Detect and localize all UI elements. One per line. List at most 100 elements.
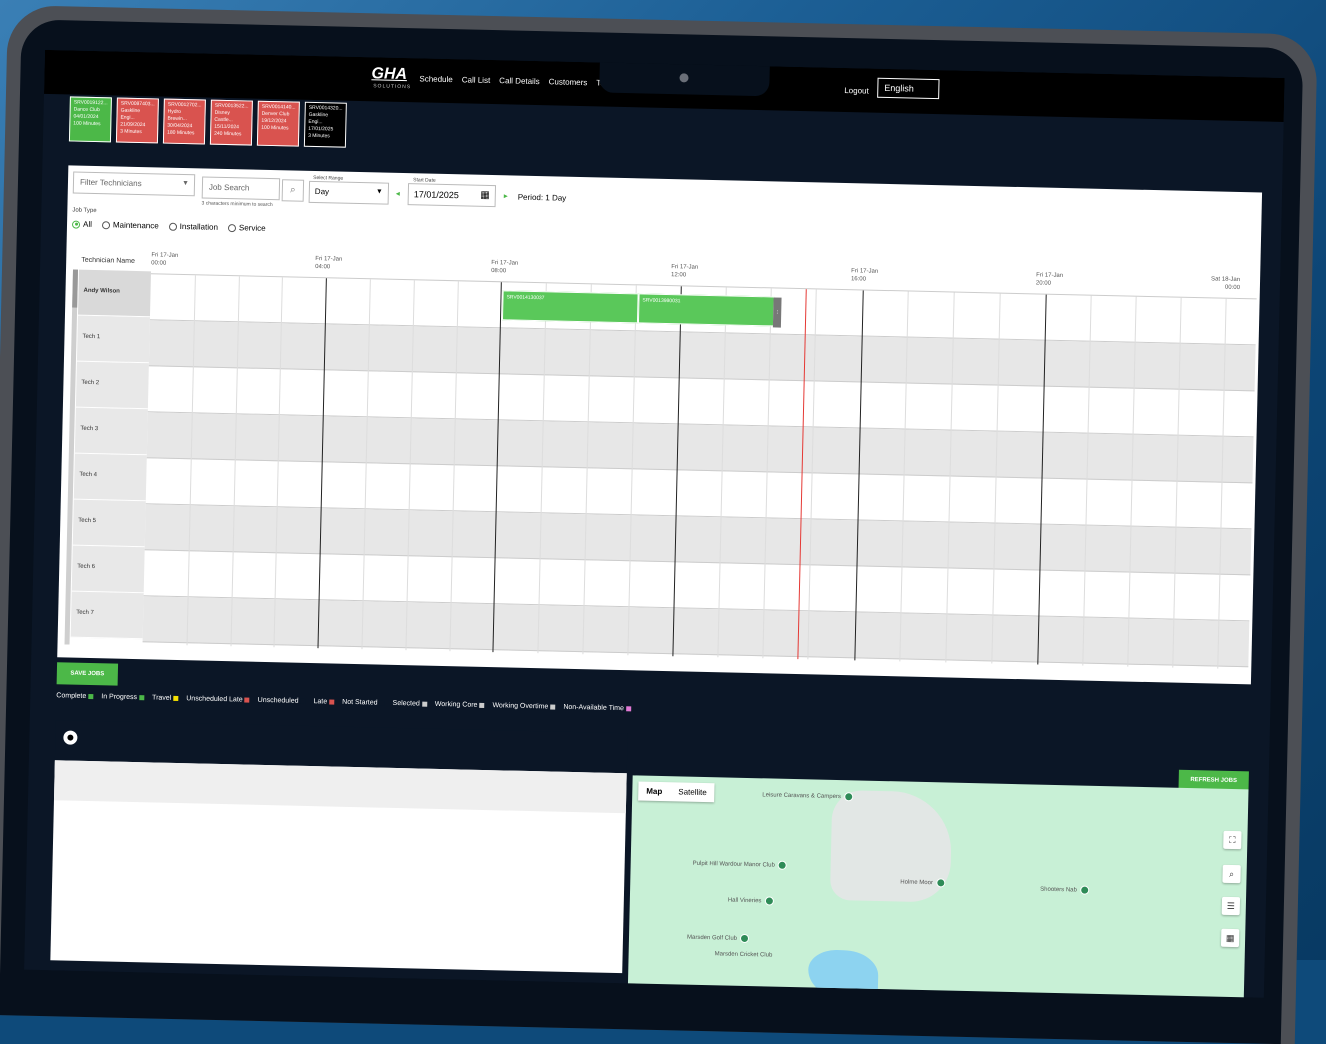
schedule-grid: SRV0014130037 SRV0013980031 ⋮ [142,273,1257,670]
save-jobs-button[interactable]: SAVE JOBS [56,662,119,686]
legend-swatch [244,697,250,703]
search-icon[interactable]: ⌕ [281,179,305,202]
layers-icon[interactable]: ☰ [1221,896,1241,916]
job-card[interactable]: SRV0087403... Gaskline Engi... 21/09/2024 3… [115,97,159,144]
nav-links: Schedule Call List Call Details Customer… [419,74,613,87]
radio-service[interactable]: Service [227,223,266,233]
previous-arrow-icon[interactable]: ◂ [396,189,400,198]
map-water [807,949,879,998]
time-tick: Fri 17-Jan 00:00 [151,251,178,268]
scheduled-job[interactable]: SRV0014130037 [501,290,639,324]
legend-swatch [139,695,145,701]
scrollbar-thumb[interactable] [72,269,79,308]
map-pin-icon [777,860,787,870]
legend-swatch [88,694,94,700]
card-line: Gaskline Engi... [308,111,329,126]
legend-swatch [379,700,385,706]
map-place[interactable]: Marsden Golf Club [686,933,750,944]
tick-time: 00:00 [1224,284,1240,292]
tick-time: 12:00 [670,272,687,279]
job-search-input[interactable]: Job Search [201,176,281,201]
radio-dot [101,220,111,229]
place-label: Marsden Cricket Club [714,951,773,959]
legend-label: Not Started [342,698,378,707]
radio-dot [168,222,177,231]
nav-link-schedule[interactable]: Schedule [419,74,453,84]
place-label: Hall Vineries [727,897,762,904]
job-card[interactable]: SRV0013522... Disney Castle... 15/11/2024 2… [209,99,253,146]
map-place[interactable]: Pulpit Hill Wardour Manor Club [693,859,787,870]
legend-label: Working Core [434,700,478,709]
card-line: Gaskline Engi... [120,107,141,121]
technician-name: Tech 5 [72,499,146,548]
job-card[interactable]: SRV0014140... Denver Club 19/12/2024 100 Mi… [256,100,300,147]
technician-filter[interactable]: Filter Technicians ▼ [72,171,196,197]
zoom-search-icon[interactable]: ⌕ [1222,864,1241,884]
radio-installation[interactable]: Installation [168,222,218,232]
time-tick: Fri 17-Jan 04:00 [315,255,342,272]
job-card[interactable]: SRV0014320... Gaskline Engi... 17/01/2025 3… [303,101,347,148]
technician-name-header: Technician Name [81,256,135,265]
card-line: 100 Minutes [261,124,289,132]
radio-all[interactable]: All [71,219,93,229]
radio-maintenance[interactable]: Maintenance [101,220,159,230]
radio-label: Service [238,223,266,233]
place-label: Leisure Caravans & Campers [762,791,842,800]
next-arrow-icon[interactable]: ▸ [504,191,508,200]
calendar-icon[interactable]: ▦ [1220,928,1240,948]
tick-time: 20:00 [1035,280,1052,287]
map-pin-icon [1079,885,1089,895]
calendar-icon[interactable]: ▦ [480,190,490,201]
camera-icon[interactable] [63,730,78,745]
map-pin-icon [764,896,774,906]
logout-link[interactable]: Logout [844,86,869,96]
nav-link-call-details[interactable]: Call Details [499,76,540,86]
search-hint: 3 characters minimum to search [201,200,273,209]
nav-link-call-list[interactable]: Call List [462,75,491,85]
scheduled-job[interactable]: SRV0013980031 ⋮ [637,293,782,328]
fullscreen-icon[interactable]: ⛶ [1223,830,1242,850]
legend-item: Complete [56,692,94,700]
map-place[interactable]: Leisure Caravans & Campers [762,790,854,802]
resize-handle-icon[interactable]: ⋮ [772,297,782,328]
map-place[interactable]: Holme Moor [900,877,946,888]
legend-item: Travel [152,694,179,702]
radio-label: All [82,219,93,229]
tab-map[interactable]: Map [638,782,670,802]
map-place[interactable]: Hall Vineries [728,896,774,906]
job-type-radios: All Maintenance Installation Service [71,219,266,233]
legend-label: Unscheduled [257,696,299,705]
tick-time: 08:00 [491,268,507,275]
nav-link-customers[interactable]: Customers [549,77,588,87]
gantt-chart: Technician Name Andy Wilson Tech 1 Tech … [62,250,1257,682]
card-line: 180 Minutes [167,129,195,137]
time-tick: Sat 18-Jan 00:00 [1211,275,1240,292]
technician-name: Tech 1 [76,315,150,364]
legend-label: Unscheduled Late [186,695,243,704]
time-tick: Fri 17-Jan 16:00 [851,267,878,284]
place-label: Holme Moor [900,878,934,886]
range-select[interactable]: Day ▼ [308,180,390,205]
legend-item: Not Started [342,699,385,707]
map-place[interactable]: Shooters Nab [1040,885,1089,895]
technician-name: Tech 2 [75,361,149,410]
legend-item: Working Core [435,701,485,709]
logo[interactable]: GHA [371,65,407,84]
legend-swatch [625,706,631,712]
job-card[interactable]: SRV0012702... Hydro Brewin... 30/04/2024 18… [162,98,206,145]
tab-satellite[interactable]: Satellite [670,782,715,802]
start-date-input[interactable]: 17/01/2025 ▦ [407,183,497,208]
map-place[interactable]: Marsden Cricket Club [715,951,773,958]
place-label: Marsden Golf Club [686,934,738,942]
card-line: 3 Minutes [308,132,330,140]
status-legend: Complete In Progress Travel Unscheduled … [56,692,631,712]
language-select[interactable]: English [877,77,940,100]
card-line: 3 Minutes [120,128,142,136]
map-pin-icon [739,933,750,944]
technician-filter-placeholder: Filter Technicians [79,177,142,189]
chevron-down-icon: ▼ [181,179,190,188]
map-view[interactable]: Map Satellite Leisure Caravans & Campers… [627,775,1249,998]
job-card[interactable]: SRV0019122... Dance Club 04/01/2024 100 Min… [68,96,112,143]
legend-label: In Progress [101,693,138,702]
card-line: Disney Castle... [214,109,233,124]
